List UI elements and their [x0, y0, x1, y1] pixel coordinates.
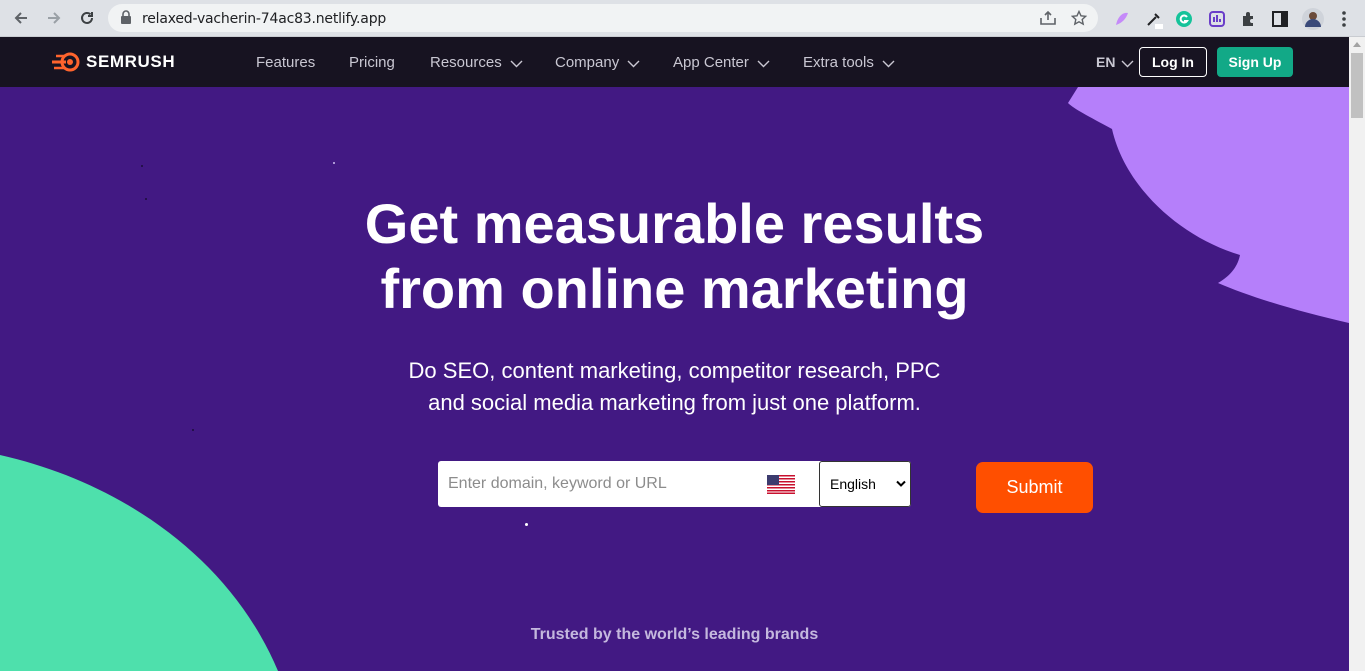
chevron-down-icon	[896, 480, 906, 487]
extension-analytics-icon[interactable]	[1207, 9, 1227, 29]
arrow-right-icon	[48, 12, 61, 24]
more-vert-icon[interactable]	[1334, 9, 1354, 29]
language-code: EN	[1096, 54, 1116, 70]
eyedropper-icon[interactable]	[1144, 9, 1164, 29]
page-scrollbar[interactable]	[1349, 37, 1365, 671]
star-icon[interactable]	[1071, 10, 1087, 26]
hero-subtitle-line: Do SEO, content marketing, competitor re…	[408, 358, 941, 383]
semrush-logo[interactable]: SEMRUSH	[50, 52, 175, 72]
arrow-left-icon	[14, 12, 27, 24]
logo-text: SEMRUSH	[86, 52, 176, 71]
hero-title-line: from online marketing	[380, 257, 969, 320]
side-panel-icon[interactable]	[1270, 9, 1290, 29]
chevron-down-icon	[882, 60, 895, 68]
nav-pricing[interactable]: Pricing	[349, 54, 395, 71]
browser-toolbar: relaxed-vacherin-74ac83.netlify.app	[0, 0, 1365, 37]
site-header: SEMRUSH Features Pricing Resources Compa…	[0, 37, 1349, 87]
back-button[interactable]	[9, 6, 33, 30]
forward-button[interactable]	[42, 6, 66, 30]
language-select-value: English	[830, 476, 876, 492]
domain-search-input[interactable]	[438, 461, 758, 507]
nav-resources[interactable]: Resources	[430, 54, 523, 71]
url-text: relaxed-vacherin-74ac83.netlify.app	[142, 11, 387, 27]
profile-avatar-icon[interactable]	[1302, 8, 1324, 30]
star-dot	[333, 162, 335, 164]
search-form: English	[438, 461, 911, 507]
nav-label: Extra tools	[803, 54, 874, 71]
reload-button[interactable]	[75, 6, 99, 30]
nav-features[interactable]: Features	[256, 54, 315, 71]
chevron-down-icon	[1121, 60, 1134, 67]
nav-label: Pricing	[349, 54, 395, 71]
puzzle-icon[interactable]	[1239, 9, 1259, 29]
share-icon[interactable]	[1039, 10, 1057, 26]
reload-icon	[81, 11, 93, 24]
language-select[interactable]: English	[819, 461, 911, 507]
address-bar[interactable]: relaxed-vacherin-74ac83.netlify.app	[108, 4, 1098, 32]
chevron-down-icon	[627, 60, 640, 68]
star-dot	[141, 165, 143, 167]
hero-subtitle-line: and social media marketing from just one…	[428, 390, 921, 415]
submit-button[interactable]: Submit	[976, 462, 1093, 513]
nav-app-center[interactable]: App Center	[673, 54, 770, 71]
hero-section: Get measurable results from online marke…	[0, 87, 1349, 671]
language-switcher[interactable]: EN	[1096, 54, 1134, 70]
star-dot	[525, 523, 528, 526]
star-dot	[192, 429, 194, 431]
nav-label: Resources	[430, 54, 502, 71]
nav-extra-tools[interactable]: Extra tools	[803, 54, 895, 71]
nav-label: Features	[256, 54, 316, 71]
extension-feather-icon[interactable]	[1112, 9, 1132, 29]
semrush-flame-icon	[52, 52, 80, 72]
login-button[interactable]: Log In	[1139, 47, 1207, 77]
grammarly-icon[interactable]	[1174, 9, 1194, 29]
trusted-brands-heading: Trusted by the world’s leading brands	[530, 626, 819, 643]
chevron-down-icon	[510, 60, 523, 68]
hero-title-line: Get measurable results	[364, 192, 985, 255]
lock-icon	[121, 10, 131, 24]
nav-label: Company	[555, 54, 620, 71]
hero-subtitle: Do SEO, content marketing, competitor re…	[0, 355, 1349, 419]
us-flag-icon	[767, 475, 795, 494]
chevron-down-icon	[757, 60, 770, 68]
nav-company[interactable]: Company	[555, 54, 640, 71]
signup-button[interactable]: Sign Up	[1217, 47, 1293, 77]
scroll-thumb[interactable]	[1351, 53, 1363, 118]
scroll-up-arrow-icon[interactable]	[1353, 41, 1361, 47]
hero-title: Get measurable results from online marke…	[0, 191, 1349, 321]
nav-label: App Center	[673, 54, 749, 71]
